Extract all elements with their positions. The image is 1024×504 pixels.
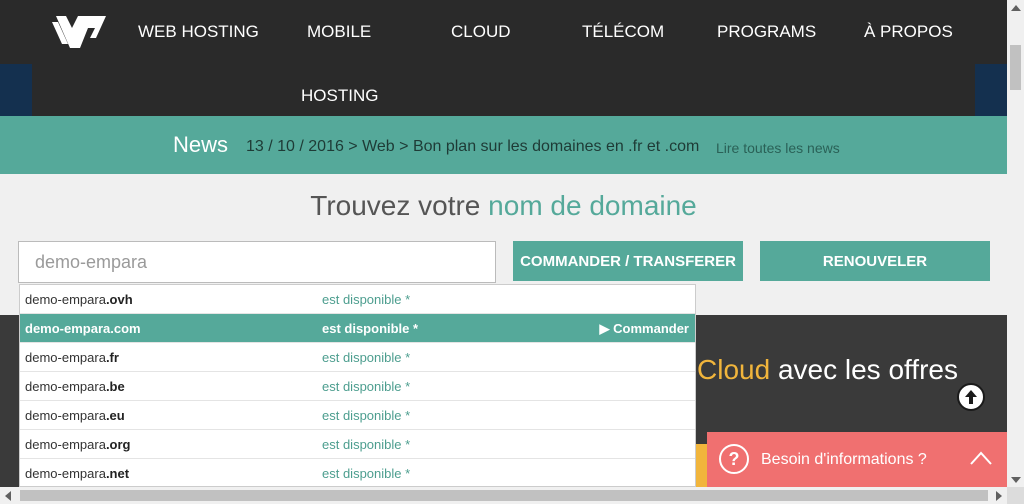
nav-item-web-hosting[interactable]: WEB HOSTING: [138, 22, 259, 42]
suggestion-status: est disponible *: [322, 466, 411, 481]
nav-item-mobile-hosting-line2[interactable]: HOSTING: [301, 86, 378, 106]
suggestion-status: est disponible *: [322, 321, 419, 336]
promo-rest: avec les offres: [777, 354, 958, 385]
suggestion-row[interactable]: demo-empara.net est disponible *: [20, 459, 695, 486]
suggestion-status: est disponible *: [322, 379, 411, 394]
nav-item-programs[interactable]: PROGRAMS: [717, 22, 816, 42]
play-triangle-icon: ▶: [599, 321, 614, 336]
scrollbar-corner: [1007, 487, 1024, 504]
suggestion-row[interactable]: demo-empara.fr est disponible *: [20, 343, 695, 372]
promo-headline: Cloud avec les offres: [697, 354, 958, 386]
suggestion-domain: demo-empara.net: [25, 466, 130, 481]
promo-cloud-word: Cloud: [697, 354, 771, 385]
order-action[interactable]: ▶ Commander: [600, 321, 689, 337]
ovh-logo[interactable]: [50, 14, 108, 50]
chevron-up-icon[interactable]: [969, 450, 993, 466]
scroll-up-arrow-icon[interactable]: [1011, 5, 1021, 11]
suggestion-row[interactable]: demo-empara.ovh est disponible *: [20, 285, 695, 314]
order-transfer-button[interactable]: COMMANDER / TRANSFERER: [513, 241, 743, 281]
suggestion-domain: demo-empara.fr: [25, 350, 119, 365]
domain-search-heading: Trouvez votre nom de domaine: [0, 190, 1007, 222]
suggestion-domain: demo-empara.eu: [25, 408, 125, 423]
horizontal-scroll-thumb[interactable]: [20, 490, 988, 501]
scroll-to-top-button[interactable]: [957, 383, 985, 411]
nav-item-cloud[interactable]: CLOUD: [451, 22, 511, 42]
domain-search-input[interactable]: [18, 241, 496, 283]
suggestion-row[interactable]: demo-empara.eu est disponible *: [20, 401, 695, 430]
nav-item-mobile[interactable]: MOBILE: [307, 22, 371, 42]
news-item-link[interactable]: 13 / 10 / 2016 > Web > Bon plan sur les …: [246, 138, 699, 156]
all-news-link[interactable]: Lire toutes les news: [716, 140, 840, 156]
suggestion-domain: demo-empara.com: [25, 321, 141, 336]
suggestion-domain: demo-empara.be: [25, 379, 125, 394]
suggestion-row[interactable]: demo-empara.be est disponible *: [20, 372, 695, 401]
suggestion-status: est disponible *: [322, 437, 411, 452]
nav-item-telecom[interactable]: TÉLÉCOM: [582, 22, 664, 42]
scroll-right-arrow-icon[interactable]: [996, 491, 1002, 501]
help-widget[interactable]: ? Besoin d'informations ?: [707, 432, 1007, 487]
suggestion-domain: demo-empara.org: [25, 437, 131, 452]
suggestion-status: est disponible *: [322, 408, 411, 423]
news-title: News: [173, 132, 229, 157]
suggestion-status: est disponible *: [322, 350, 411, 365]
suggestion-status: est disponible *: [322, 292, 411, 307]
renew-button[interactable]: RENOUVELER: [760, 241, 990, 281]
scroll-left-arrow-icon[interactable]: [5, 491, 11, 501]
heading-highlight: nom de domaine: [488, 190, 697, 221]
suggestion-row[interactable]: demo-empara.org est disponible *: [20, 430, 695, 459]
heading-prefix: Trouvez votre: [310, 190, 481, 221]
help-text: Besoin d'informations ?: [761, 451, 927, 468]
page-viewport: WEB HOSTING MOBILE HOSTING CLOUD TÉLÉCOM…: [0, 0, 1007, 487]
arrow-up-icon: [965, 390, 977, 404]
question-icon: ?: [719, 444, 749, 474]
vertical-scroll-thumb[interactable]: [1010, 45, 1021, 90]
suggestion-row-selected[interactable]: demo-empara.com est disponible * ▶ Comma…: [20, 314, 695, 343]
scroll-down-arrow-icon[interactable]: [1011, 477, 1021, 483]
domain-suggestions-list: demo-empara.ovh est disponible * demo-em…: [19, 284, 696, 487]
nav-item-a-propos[interactable]: À PROPOS: [864, 22, 953, 42]
suggestion-domain: demo-empara.ovh: [25, 292, 133, 307]
